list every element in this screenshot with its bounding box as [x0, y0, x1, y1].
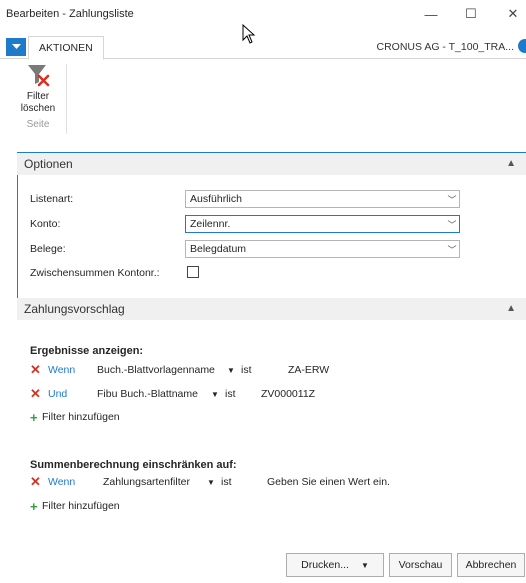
ribbon-separator: [66, 64, 67, 134]
add-filter-link[interactable]: + Filter hinzufügen: [30, 498, 120, 514]
filter-value-placeholder[interactable]: Geben Sie einen Wert ein.: [267, 476, 390, 488]
proposal-header[interactable]: Zahlungsvorschlag ▲: [17, 298, 526, 320]
listenart-label: Listenart:: [30, 193, 74, 205]
filter-row: ✕ Und Fibu Buch.-Blattname ▼ ist ZV00001…: [30, 386, 315, 402]
remove-filter-icon[interactable]: ✕: [30, 474, 48, 490]
company-name: CRONUS AG - T_100_TRA...: [376, 41, 514, 53]
add-filter-label: Filter hinzufügen: [42, 411, 120, 423]
filter-row: ✕ Wenn Zahlungsartenfilter ▼ ist Geben S…: [30, 474, 390, 490]
subtotal-label: Zwischensummen Kontonr.:: [30, 267, 160, 279]
subtotal-checkbox[interactable]: [187, 266, 199, 278]
help-icon[interactable]: [518, 39, 526, 53]
chevron-down-icon: [11, 44, 21, 49]
remove-filter-icon[interactable]: ✕: [30, 362, 48, 378]
dropdown-arrow-icon[interactable]: ▼: [361, 561, 369, 570]
filter-keyword[interactable]: Wenn: [48, 476, 103, 488]
filter-operator: ist: [241, 364, 252, 376]
filter-field[interactable]: Buch.-Blattvorlagenname: [97, 364, 227, 376]
clear-filter-icon: [28, 65, 50, 87]
tab-aktionen[interactable]: AKTIONEN: [28, 36, 104, 60]
filter-keyword[interactable]: Wenn: [48, 364, 97, 376]
minimize-button[interactable]: —: [416, 2, 446, 26]
konto-value: Zeilennr.: [190, 218, 231, 230]
add-filter-link[interactable]: + Filter hinzufügen: [30, 409, 120, 425]
filter-operator: ist: [221, 476, 232, 488]
chevron-down-icon: ﹀: [447, 194, 457, 205]
ribbon-collapse-button[interactable]: [6, 38, 26, 56]
listenart-value: Ausführlich: [190, 193, 242, 205]
konto-select[interactable]: Zeilennr. ﹀: [185, 215, 460, 233]
collapse-up-icon[interactable]: ▲: [506, 303, 516, 314]
clear-filter-label-line2: löschen: [20, 103, 56, 114]
remove-filter-icon[interactable]: ✕: [30, 386, 48, 402]
dropdown-arrow-icon[interactable]: ▼: [207, 478, 221, 487]
ribbon-group-label: Seite: [26, 119, 50, 130]
filter-value[interactable]: ZV000011Z: [261, 388, 315, 400]
dropdown-arrow-icon[interactable]: ▼: [211, 390, 225, 399]
belege-value: Belegdatum: [190, 243, 247, 255]
window-title: Bearbeiten - Zahlungsliste: [6, 8, 134, 20]
add-icon: +: [30, 498, 38, 514]
cancel-button[interactable]: Abbrechen: [457, 553, 525, 577]
close-button[interactable]: ✕: [498, 2, 526, 26]
sum-heading: Summenberechnung einschränken auf:: [30, 459, 237, 471]
belege-select[interactable]: Belegdatum ﹀: [185, 240, 460, 258]
chevron-down-icon: ﹀: [447, 244, 457, 255]
filter-field[interactable]: Zahlungsartenfilter: [103, 476, 207, 488]
collapse-up-icon[interactable]: ▲: [506, 158, 516, 169]
konto-label: Konto:: [30, 218, 61, 230]
options-header-title: Optionen: [24, 157, 73, 171]
clear-filter-label-line1: Filter: [26, 91, 50, 102]
print-button-label: Drucken...: [301, 559, 349, 571]
filter-operator: ist: [225, 388, 236, 400]
filter-row: ✕ Wenn Buch.-Blattvorlagenname ▼ ist ZA-…: [30, 362, 329, 378]
clear-filter-button[interactable]: Filter löschen Seite: [12, 62, 64, 130]
add-icon: +: [30, 409, 38, 425]
preview-button[interactable]: Vorschau: [389, 553, 452, 577]
filter-field[interactable]: Fibu Buch.-Blattname: [97, 388, 211, 400]
filter-value[interactable]: ZA-ERW: [288, 364, 329, 376]
belege-label: Belege:: [30, 243, 66, 255]
dropdown-arrow-icon[interactable]: ▼: [227, 366, 241, 375]
listenart-select[interactable]: Ausführlich ﹀: [185, 190, 460, 208]
filter-keyword[interactable]: Und: [48, 388, 97, 400]
maximize-button[interactable]: ☐: [456, 2, 486, 26]
add-filter-label: Filter hinzufügen: [42, 500, 120, 512]
print-button[interactable]: Drucken... ▼: [286, 553, 384, 577]
results-heading: Ergebnisse anzeigen:: [30, 345, 144, 357]
chevron-down-icon: ﹀: [447, 219, 457, 230]
proposal-header-title: Zahlungsvorschlag: [24, 302, 125, 316]
options-header[interactable]: Optionen ▲: [17, 153, 526, 175]
